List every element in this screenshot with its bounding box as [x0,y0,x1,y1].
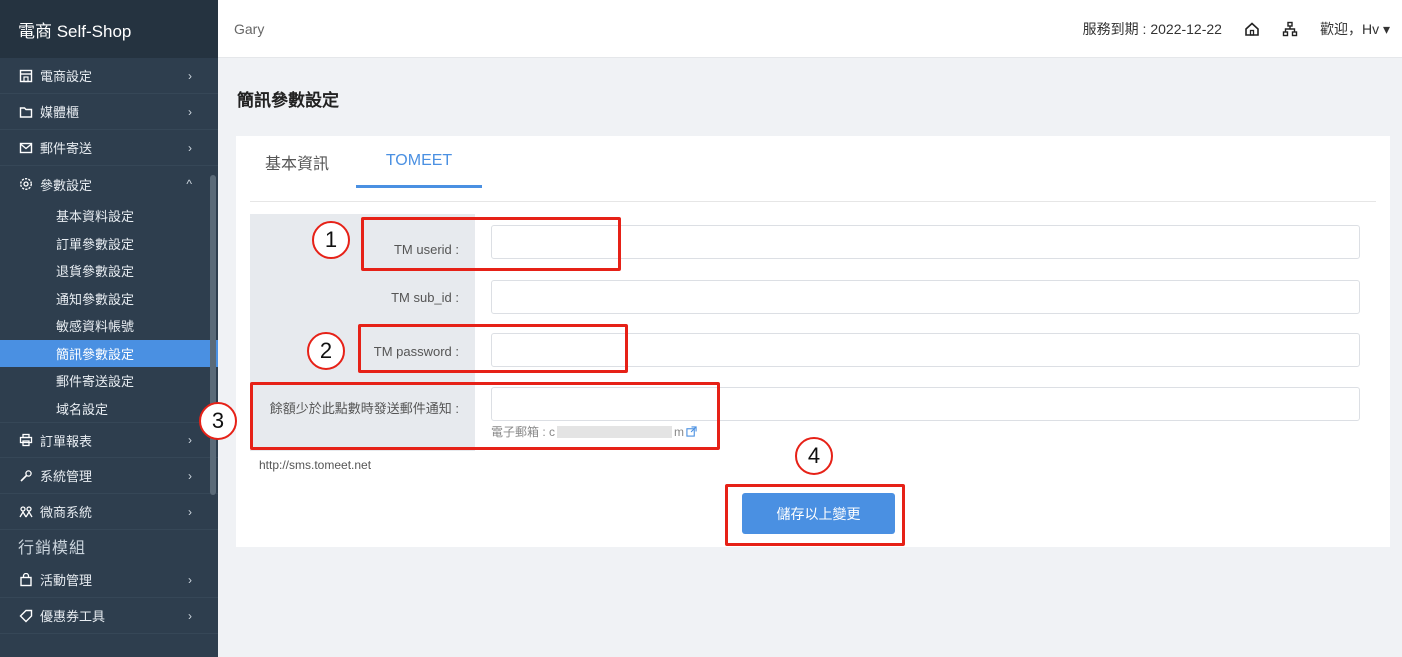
sidebar-item-label: 媒體櫃 [40,105,80,120]
people-icon [18,504,34,520]
sidebar-item-label: 微商系統 [40,505,93,520]
annotation-box-4 [725,484,905,546]
chevron-right-icon: › [188,104,192,119]
sidebar-item-media[interactable]: 媒體櫃 › [0,94,218,130]
sitemap-icon[interactable] [1282,21,1298,37]
annotation-number-4: 4 [795,437,833,475]
sidebar-item-label: 優惠券工具 [40,609,106,624]
sidebar-subitem-notify[interactable]: 通知參數設定 [0,285,218,313]
mail-icon [18,140,34,156]
tab-basic-info[interactable]: 基本資訊 [250,136,344,188]
chevron-right-icon: › [188,504,192,519]
store-icon [18,68,34,84]
welcome-user-menu[interactable]: 歡迎，Hv ▾ [1320,19,1390,39]
sidebar-subitem-order[interactable]: 訂單參數設定 [0,230,218,258]
sidebar-item-system[interactable]: 系統管理 › [0,458,218,494]
sidebar-item-label: 郵件寄送 [40,141,93,156]
tm-subid-label: TM sub_id : [391,290,459,305]
sidebar-subitem-sms[interactable]: 簡訊參數設定 [0,339,218,367]
bag-icon [18,572,34,588]
sidebar-subitem-return[interactable]: 退貨參數設定 [0,257,218,285]
sidebar-item-coupon[interactable]: 優惠券工具 › [0,598,218,634]
page-title: 簡訊參數設定 [237,91,339,110]
sidebar-item-label: 參數設定 [40,177,93,193]
sidebar-subitem-mail-send[interactable]: 郵件寄送設定 [0,367,218,395]
folder-icon [18,104,34,120]
sidebar-item-activity[interactable]: 活動管理 › [0,562,218,598]
tomeet-url[interactable]: http://sms.tomeet.net [259,458,371,472]
chevron-right-icon: › [188,140,192,155]
top-header: Gary 服務到期 : 2022-12-22 歡迎，Hv ▾ [218,0,1402,58]
annotation-number-2: 2 [307,332,345,370]
sidebar-scrollbar[interactable] [210,175,216,495]
header-user-name: Gary [234,20,265,37]
chevron-right-icon: › [188,572,192,587]
sidebar-item-label: 電商設定 [40,69,93,84]
tm-subid-input[interactable] [491,280,1360,314]
sidebar-subitem-domain[interactable]: 域名設定 [0,395,218,423]
sidebar-item-label: 系統管理 [40,469,93,484]
sidebar-item-mail[interactable]: 郵件寄送 › [0,130,218,166]
sidebar-section-title: 行銷模組 [18,540,87,557]
home-icon[interactable] [1244,21,1260,37]
chevron-right-icon: › [188,468,192,483]
service-expire-date: 服務到期 : 2022-12-22 [1082,20,1222,37]
chevron-right-icon: › [188,68,192,83]
tm-userid-input[interactable] [491,225,1360,259]
annotation-number-3: 3 [199,402,237,440]
tools-icon [18,468,34,484]
sidebar-item-parameters[interactable]: 參數設定 ^ [0,166,218,202]
sidebar-item-label: 活動管理 [40,573,93,588]
gear-icon [18,176,34,192]
sidebar-item-label: 訂單報表 [40,433,93,449]
chevron-up-icon: ^ [186,177,192,191]
annotation-number-1: 1 [312,221,350,259]
sidebar-item-micro-business[interactable]: 微商系統 › [0,494,218,530]
brand-title[interactable]: 電商 Self-Shop [0,0,218,58]
printer-icon [18,432,34,448]
sidebar: 電商 Self-Shop 電商設定 › 媒體櫃 › 郵件寄送 › 參數設定 ^ … [0,0,218,657]
tab-tomeet[interactable]: TOMEET [356,136,482,188]
chevron-right-icon: › [188,608,192,623]
sidebar-item-order-report[interactable]: 訂單報表 › [0,422,218,458]
tag-icon [18,608,34,624]
chevron-right-icon: › [188,433,192,447]
annotation-box-3 [250,382,720,450]
sidebar-subitem-basic[interactable]: 基本資料設定 [0,202,218,230]
annotation-box-2 [358,324,628,373]
annotation-box-1 [361,217,621,271]
sidebar-subitem-sensitive[interactable]: 敏感資料帳號 [0,312,218,340]
sidebar-item-ecommerce-settings[interactable]: 電商設定 › [0,58,218,94]
